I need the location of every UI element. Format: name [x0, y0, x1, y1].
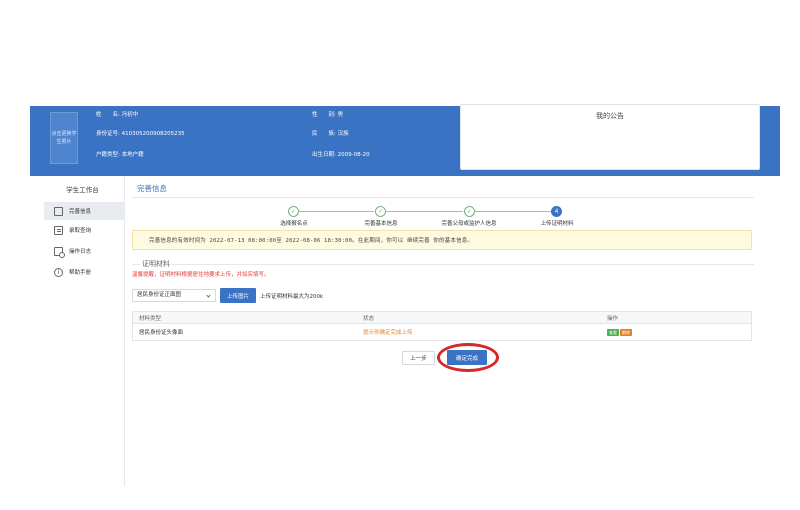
cell-actions: 查看 删除	[603, 328, 751, 336]
sidebar-item-label: 录取查询	[69, 228, 92, 234]
household-type-label: 户籍类型:	[96, 152, 120, 158]
step-3-check-icon: ✓	[464, 206, 475, 217]
cell-status: 提示你确定完成上传	[363, 330, 413, 336]
chevron-down-icon	[206, 293, 211, 298]
step-3-label: 完善父母或监护人信息	[441, 221, 497, 227]
previous-step-button[interactable]: 上一步	[402, 351, 435, 365]
notice-panel: 我的公告	[460, 104, 760, 170]
log-icon	[54, 246, 65, 258]
step-connector	[386, 211, 463, 212]
step-2-label: 完善基本信息	[364, 221, 398, 227]
column-header-type: 材料类型	[139, 315, 162, 322]
id-number-value: 410305200908205235	[121, 131, 185, 137]
sidebar-item-admission-query[interactable]: 录取查询	[44, 221, 124, 239]
id-number-field: 身份证号: 410305200908205235	[96, 129, 185, 137]
material-type-select[interactable]: 居民身份证正面图	[132, 289, 216, 302]
household-type-field: 户籍类型: 本地户籍	[96, 150, 144, 158]
sidebar-item-operation-log[interactable]: 操作日志	[44, 242, 124, 260]
view-button[interactable]: 查看	[607, 328, 619, 336]
id-number-label: 身份证号:	[96, 131, 120, 137]
gender-field: 性 别: 男	[312, 110, 343, 118]
column-header-actions: 操作	[607, 315, 619, 322]
table-row: 居民身份证头像面 提示你确定完成上传 查看 删除	[133, 324, 751, 340]
ethnicity-field: 民 族: 汉族	[312, 129, 349, 137]
step-2-check-icon: ✓	[375, 206, 386, 217]
step-1-label: 选择报名点	[280, 221, 308, 227]
student-photo[interactable]: 点击更换学生照片	[50, 112, 78, 164]
notice-title: 我的公告	[596, 112, 624, 120]
warning-text: 温馨提醒，证明材料根据居住地要求上传，并如实填写。	[132, 272, 270, 278]
birth-date-label: 出生日期:	[312, 152, 336, 158]
upload-image-button[interactable]: 上传图片	[220, 288, 256, 303]
name-value: 冯初中	[121, 112, 139, 118]
step-connector	[299, 211, 374, 212]
column-header-status: 状态	[363, 315, 375, 322]
materials-table: 材料类型 状态 操作 居民身份证头像面 提示你确定完成上传 查看 删除	[132, 311, 752, 341]
sidebar-item-label: 帮助手册	[69, 270, 92, 276]
highlight-annotation	[437, 343, 499, 372]
table-header: 材料类型 状态 操作	[133, 312, 751, 324]
title-divider	[132, 197, 754, 198]
sidebar-item-label: 完善信息	[69, 209, 92, 215]
cell-material-type: 居民身份证头像面	[139, 330, 184, 336]
section-divider	[132, 264, 754, 265]
document-icon	[54, 225, 63, 235]
id-card-icon	[54, 206, 63, 216]
sidebar: 学生工作台 完善信息 录取查询 操作日志 i 帮助手册	[40, 176, 125, 486]
delete-button[interactable]: 删除	[620, 328, 632, 336]
ethnicity-label: 民 族:	[312, 131, 336, 137]
validity-alert: 完善信息的有效时间为 2022-07-13 08:00:00至 2022-08-…	[132, 230, 752, 250]
info-icon: i	[54, 267, 63, 277]
birth-date-field: 出生日期: 2009-08-20	[312, 150, 370, 158]
household-type-value: 本地户籍	[121, 152, 144, 158]
sidebar-item-complete-info[interactable]: 完善信息	[44, 202, 124, 220]
name-field: 姓 名: 冯初中	[96, 110, 138, 118]
step-connector	[475, 211, 551, 212]
step-4-current-marker: 4	[551, 206, 562, 217]
step-1-check-icon: ✓	[288, 206, 299, 217]
birth-date-value: 2009-08-20	[337, 152, 370, 158]
gender-label: 性 别:	[312, 112, 336, 118]
page-title: 完善信息	[137, 184, 167, 193]
material-type-selected: 居民身份证正面图	[137, 292, 182, 298]
sidebar-title: 学生工作台	[66, 186, 99, 194]
section-title: 证明材料	[140, 259, 172, 269]
sidebar-item-help-manual[interactable]: i 帮助手册	[44, 263, 124, 281]
gender-value: 男	[337, 112, 344, 118]
upload-size-hint: 上传证明材料最大为200k	[260, 294, 324, 300]
name-label: 姓 名:	[96, 112, 120, 118]
sidebar-item-label: 操作日志	[69, 249, 92, 255]
step-4-label: 上传证明材料	[540, 221, 574, 227]
ethnicity-value: 汉族	[337, 131, 349, 137]
